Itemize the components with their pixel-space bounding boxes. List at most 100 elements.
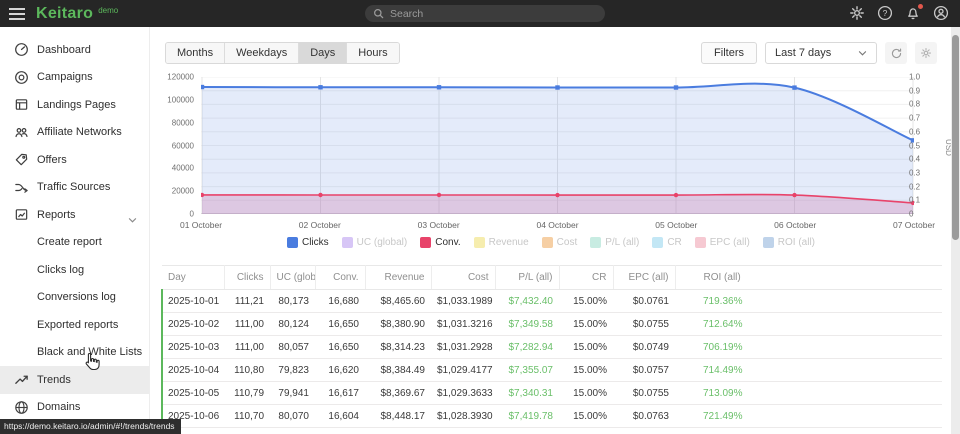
table-cell: 111,21 [224, 290, 270, 313]
column-header-p-l-all[interactable]: P/L (all) [495, 266, 559, 290]
brand-logo[interactable]: Keitaro [36, 5, 93, 23]
table-cell: 64,51 [224, 428, 270, 434]
sidebar-item-black-white-lists[interactable]: Black and White Lists [0, 339, 149, 367]
tab-days[interactable]: Days [299, 43, 347, 63]
table-cell: $1,028.3930 [431, 405, 495, 428]
filters-button[interactable]: Filters [701, 42, 757, 64]
table-cell: $7,419.78 [495, 405, 559, 428]
chart-settings-button[interactable] [915, 42, 937, 64]
table-header-row: DayClicksUC (global)Conv.RevenueCostP/L … [162, 266, 942, 290]
profile-avatar-icon[interactable] [933, 5, 950, 22]
sidebar-item-conversions-log[interactable]: Conversions log [0, 284, 149, 312]
table-cell: $1,031.3216 [431, 313, 495, 336]
date-range-select[interactable]: Last 7 days [765, 42, 877, 64]
column-header-epc-all[interactable]: EPC (all) [613, 266, 675, 290]
sidebar-item-dashboard[interactable]: Dashboard [0, 36, 149, 64]
sidebar-item-affiliate-networks[interactable]: Affiliate Networks [0, 119, 149, 147]
y-axis-right-title: USD [944, 139, 951, 156]
axis-tick-label: 60000 [172, 141, 194, 150]
column-header-roi-all[interactable]: ROI (all) [675, 266, 942, 290]
legend-item-cost[interactable]: Cost [542, 237, 578, 248]
x-axis-tick-label: 07 October [893, 220, 935, 230]
x-axis-tick-label: 01 October [180, 220, 222, 230]
sidebar-item-campaigns[interactable]: Campaigns [0, 64, 149, 92]
table-cell: $1,033.1989 [431, 290, 495, 313]
help-icon[interactable]: ? [877, 5, 894, 22]
chart-legend: Clicks UC (global) Conv. Revenue Cost P/L (al… [151, 237, 951, 248]
gear-icon [920, 47, 932, 59]
sidebar-item-trends[interactable]: Trends [0, 366, 149, 394]
search-bar[interactable] [365, 5, 605, 22]
table-cell: 16,620 [315, 359, 365, 382]
legend-item-conv[interactable]: Conv. [420, 237, 460, 248]
column-header-day[interactable]: Day [162, 266, 224, 290]
dashboard-icon [13, 42, 29, 58]
sidebar-item-offers[interactable]: Offers [0, 146, 149, 174]
axis-tick-label: 40000 [172, 164, 194, 173]
table-cell: $8,448.17 [365, 405, 431, 428]
column-header-cost[interactable]: Cost [431, 266, 495, 290]
sidebar-item-reports[interactable]: Reports [0, 201, 149, 229]
column-header-conv[interactable]: Conv. [315, 266, 365, 290]
svg-text:?: ? [883, 8, 888, 18]
domains-globe-icon [13, 399, 29, 415]
table-cell: $0.0757 [613, 359, 675, 382]
table-cell: $0.0755 [613, 382, 675, 405]
axis-tick-label: 0.2 [909, 182, 920, 191]
sidebar-item-landings-pages[interactable]: Landings Pages [0, 91, 149, 119]
table-cell: $0.0755 [613, 313, 675, 336]
column-header-clicks[interactable]: Clicks [224, 266, 270, 290]
settings-gear-icon[interactable] [849, 5, 866, 22]
sidebar-item-create-report[interactable]: Create report [0, 229, 149, 257]
table-cell: 2025-10-02 [162, 313, 224, 336]
axis-tick-label: 120000 [167, 73, 194, 82]
sidebar-item-exported-reports[interactable]: Exported reports [0, 311, 149, 339]
legend-item-revenue[interactable]: Revenue [474, 237, 529, 248]
legend-item-p-l-all[interactable]: P/L (all) [590, 237, 639, 248]
legend-swatch [763, 237, 774, 248]
legend-item-epc-all[interactable]: EPC (all) [695, 237, 750, 248]
axis-tick-label: 0 [190, 210, 194, 219]
legend-label: Clicks [302, 237, 329, 248]
table-cell: 2025-10-01 [162, 290, 224, 313]
search-input[interactable] [390, 8, 597, 20]
table-cell: $8,465.60 [365, 290, 431, 313]
table-cell: 9,677 [315, 428, 365, 434]
sidebar-item-traffic-sources[interactable]: Traffic Sources [0, 174, 149, 202]
table-cell: 15.00% [559, 405, 613, 428]
column-header-revenue[interactable]: Revenue [365, 266, 431, 290]
axis-tick-label: 1.0 [909, 73, 920, 82]
table-cell: 721.49% [675, 405, 942, 428]
tab-months[interactable]: Months [166, 43, 225, 63]
chevron-down-icon [858, 50, 867, 57]
chart-plot-area [201, 77, 914, 214]
sidebar-item-domains[interactable]: Domains [0, 394, 149, 422]
scrollbar-thumb[interactable] [952, 35, 959, 240]
hamburger-menu-icon[interactable] [0, 0, 34, 27]
legend-item-cr[interactable]: CR [652, 237, 681, 248]
tab-weekdays[interactable]: Weekdays [225, 43, 299, 63]
sidebar-item-clicks-log[interactable]: Clicks log [0, 256, 149, 284]
tab-hours[interactable]: Hours [347, 43, 398, 63]
legend-item-roi-all[interactable]: ROI (all) [763, 237, 815, 248]
table-cell: 712.64% [675, 313, 942, 336]
y-axis-right-ticks: 00.10.20.30.40.50.60.70.80.91.0 [909, 77, 929, 214]
axis-tick-label: 0.9 [909, 86, 920, 95]
legend-item-uc-global[interactable]: UC (global) [342, 237, 408, 248]
table-cell: 719.46% [675, 428, 942, 434]
legend-label: EPC (all) [710, 237, 750, 248]
table-cell: 16,604 [315, 405, 365, 428]
vertical-scrollbar[interactable] [951, 27, 960, 434]
table-cell: 15.00% [559, 428, 613, 434]
refresh-button[interactable] [885, 42, 907, 64]
notifications-bell-icon[interactable] [905, 5, 922, 22]
column-header-uc-global[interactable]: UC (global) [270, 266, 315, 290]
date-range-value: Last 7 days [775, 47, 831, 59]
legend-item-clicks[interactable]: Clicks [287, 237, 329, 248]
column-header-cr[interactable]: CR [559, 266, 613, 290]
table-row: 2025-10-0764,5146,6169,677$4,912.33$599.… [162, 428, 942, 434]
table-cell: $8,369.67 [365, 382, 431, 405]
legend-swatch [542, 237, 553, 248]
sidebar: Dashboard Campaigns Landings Pages Affil… [0, 27, 150, 434]
x-axis-tick-label: 04 October [536, 220, 578, 230]
